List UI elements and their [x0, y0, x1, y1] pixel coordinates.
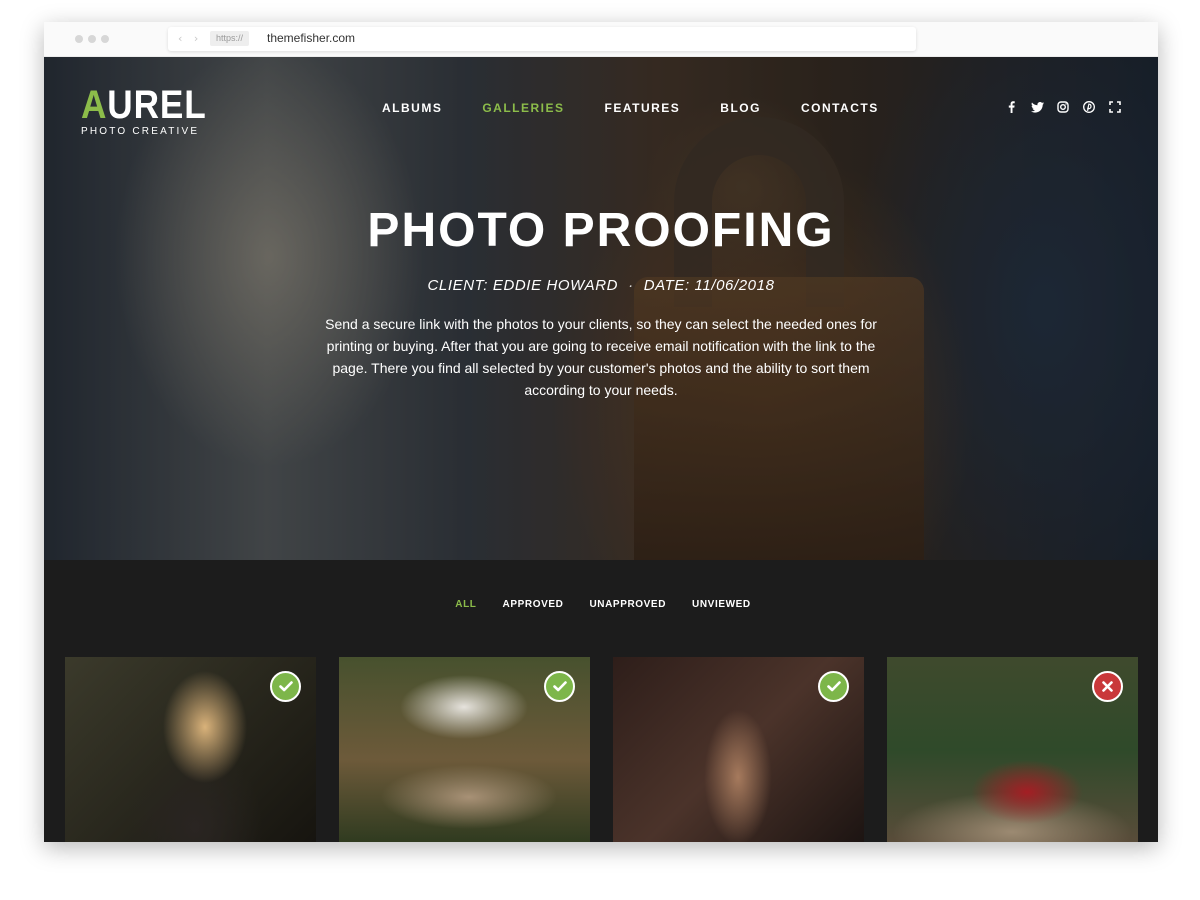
- hero-section: AUREL PHOTO CREATIVE ALBUMS GALLERIES FE…: [44, 57, 1158, 560]
- page-title: PHOTO PROOFING: [367, 204, 835, 257]
- nav-blog[interactable]: BLOG: [720, 101, 761, 115]
- approved-check-icon[interactable]: [270, 671, 301, 702]
- gallery-photo-red-car[interactable]: [887, 657, 1138, 842]
- gallery-section: ALL APPROVED UNAPPROVED UNVIEWED: [44, 560, 1158, 842]
- fullscreen-icon[interactable]: [1108, 100, 1122, 114]
- main-nav: ALBUMS GALLERIES FEATURES BLOG CONTACTS: [382, 101, 879, 115]
- hero-description: Send a secure link with the photos to yo…: [325, 316, 877, 398]
- approved-check-icon[interactable]: [544, 671, 575, 702]
- facebook-icon[interactable]: [1004, 100, 1018, 114]
- social-links: [1004, 100, 1122, 114]
- url-protocol: https://: [210, 31, 250, 46]
- browser-toolbar: ‹ › https:// themefisher.com: [44, 22, 1158, 57]
- meta-separator: ·: [628, 277, 634, 294]
- nav-contacts[interactable]: CONTACTS: [801, 101, 879, 115]
- gallery-photo-autumn-field[interactable]: [339, 657, 590, 842]
- logo-accent-letter: A: [81, 83, 108, 127]
- pinterest-icon[interactable]: [1082, 100, 1096, 114]
- filter-unviewed[interactable]: UNVIEWED: [692, 599, 751, 610]
- window-dot[interactable]: [101, 35, 109, 43]
- back-forward-icon[interactable]: ‹ ›: [178, 32, 202, 45]
- nav-galleries[interactable]: GALLERIES: [482, 101, 564, 115]
- window-controls: [75, 35, 109, 43]
- proofing-meta: CLIENT: EDDIE HOWARD · DATE: 11/06/2018: [44, 277, 1158, 294]
- filter-all[interactable]: ALL: [455, 599, 476, 610]
- nav-albums[interactable]: ALBUMS: [382, 101, 442, 115]
- instagram-icon[interactable]: [1056, 100, 1070, 114]
- logo-tagline: PHOTO CREATIVE: [81, 126, 200, 137]
- window-dot[interactable]: [75, 35, 83, 43]
- site-logo[interactable]: AUREL PHOTO CREATIVE: [81, 85, 224, 137]
- gallery-filters: ALL APPROVED UNAPPROVED UNVIEWED: [44, 599, 1158, 610]
- logo-text: UREL: [107, 83, 207, 127]
- approved-check-icon[interactable]: [818, 671, 849, 702]
- filter-approved[interactable]: APPROVED: [503, 599, 564, 610]
- url-text[interactable]: themefisher.com: [267, 31, 355, 46]
- twitter-icon[interactable]: [1030, 100, 1044, 114]
- client-name: CLIENT: EDDIE HOWARD: [427, 277, 619, 294]
- nav-features[interactable]: FEATURES: [605, 101, 681, 115]
- address-bar[interactable]: ‹ › https:// themefisher.com: [168, 27, 916, 51]
- browser-window: ‹ › https:// themefisher.com AUREL PHOTO…: [44, 22, 1158, 842]
- gallery-photo-woman-portrait[interactable]: [613, 657, 864, 842]
- proofing-date: DATE: 11/06/2018: [643, 277, 775, 294]
- window-dot[interactable]: [88, 35, 96, 43]
- filter-unapproved[interactable]: UNAPPROVED: [589, 599, 666, 610]
- gallery-photo-woman-blonde[interactable]: [65, 657, 316, 842]
- rejected-x-icon[interactable]: [1092, 671, 1123, 702]
